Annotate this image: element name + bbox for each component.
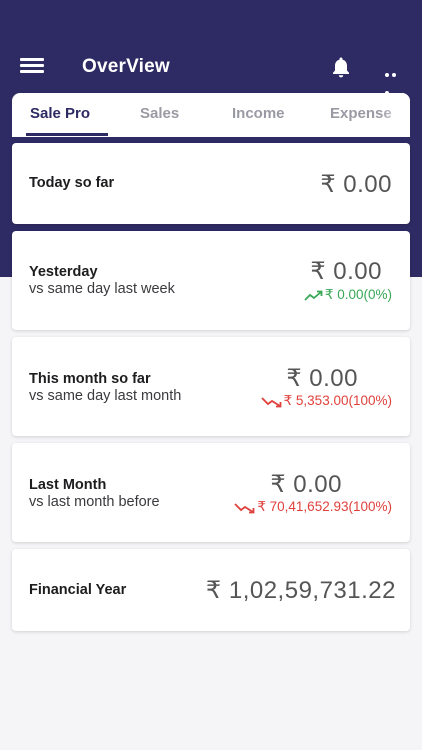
- card-today[interactable]: Today so far ₹ 0.00: [12, 143, 410, 224]
- card-financial-year-amount: ₹ 1,02,59,731.22: [205, 577, 396, 604]
- tab-sale-pro[interactable]: Sale Pro: [30, 93, 96, 137]
- card-yesterday[interactable]: Yesterday vs same day last week ₹ 0.00 ₹…: [12, 231, 410, 330]
- card-financial-year[interactable]: Financial Year ₹ 1,02,59,731.22: [12, 549, 410, 631]
- card-this-month-label: This month so far: [29, 371, 151, 387]
- tab-income[interactable]: Income: [232, 93, 285, 137]
- card-this-month[interactable]: This month so far vs same day last month…: [12, 337, 410, 436]
- card-yesterday-amount: ₹ 0.00: [310, 258, 382, 285]
- card-last-month-change-value: ₹ 70,41,652.93(100%): [257, 499, 392, 514]
- card-yesterday-change-value: ₹ 0.00(0%): [324, 287, 392, 302]
- card-financial-year-label: Financial Year: [29, 582, 127, 598]
- card-last-month-change: ₹ 70,41,652.93(100%): [234, 499, 392, 517]
- tab-bar: Sale Pro Sales Income Expense: [12, 93, 410, 137]
- card-this-month-change: ₹ 5,353.00(100%): [260, 393, 392, 411]
- card-today-amount: ₹ 0.00: [320, 171, 392, 198]
- card-last-month[interactable]: Last Month vs last month before ₹ 0.00 ₹…: [12, 443, 410, 542]
- card-yesterday-change: ₹ 0.00(0%): [304, 287, 392, 305]
- card-this-month-sub: vs same day last month: [29, 388, 182, 404]
- tab-sales[interactable]: Sales: [140, 93, 179, 137]
- card-this-month-amount: ₹ 0.00: [286, 365, 358, 392]
- bell-icon[interactable]: [331, 56, 351, 78]
- card-this-month-change-value: ₹ 5,353.00(100%): [283, 393, 392, 408]
- trend-down-icon: [260, 396, 283, 411]
- card-yesterday-sub: vs same day last week: [29, 281, 175, 297]
- card-yesterday-label: Yesterday: [29, 264, 98, 280]
- tab-fade: [380, 93, 410, 137]
- card-today-label: Today so far: [29, 175, 115, 191]
- more-dots-icon[interactable]: [385, 64, 405, 95]
- card-last-month-label: Last Month: [29, 477, 107, 493]
- hamburger-menu-icon[interactable]: [20, 58, 44, 76]
- active-tab-indicator: [26, 133, 108, 136]
- page-title: OverView: [82, 56, 170, 77]
- trend-up-icon: [304, 290, 324, 305]
- app-bar: OverView: [0, 0, 422, 100]
- card-last-month-amount: ₹ 0.00: [270, 471, 342, 498]
- card-last-month-sub: vs last month before: [29, 494, 160, 510]
- trend-down-icon: [234, 502, 256, 517]
